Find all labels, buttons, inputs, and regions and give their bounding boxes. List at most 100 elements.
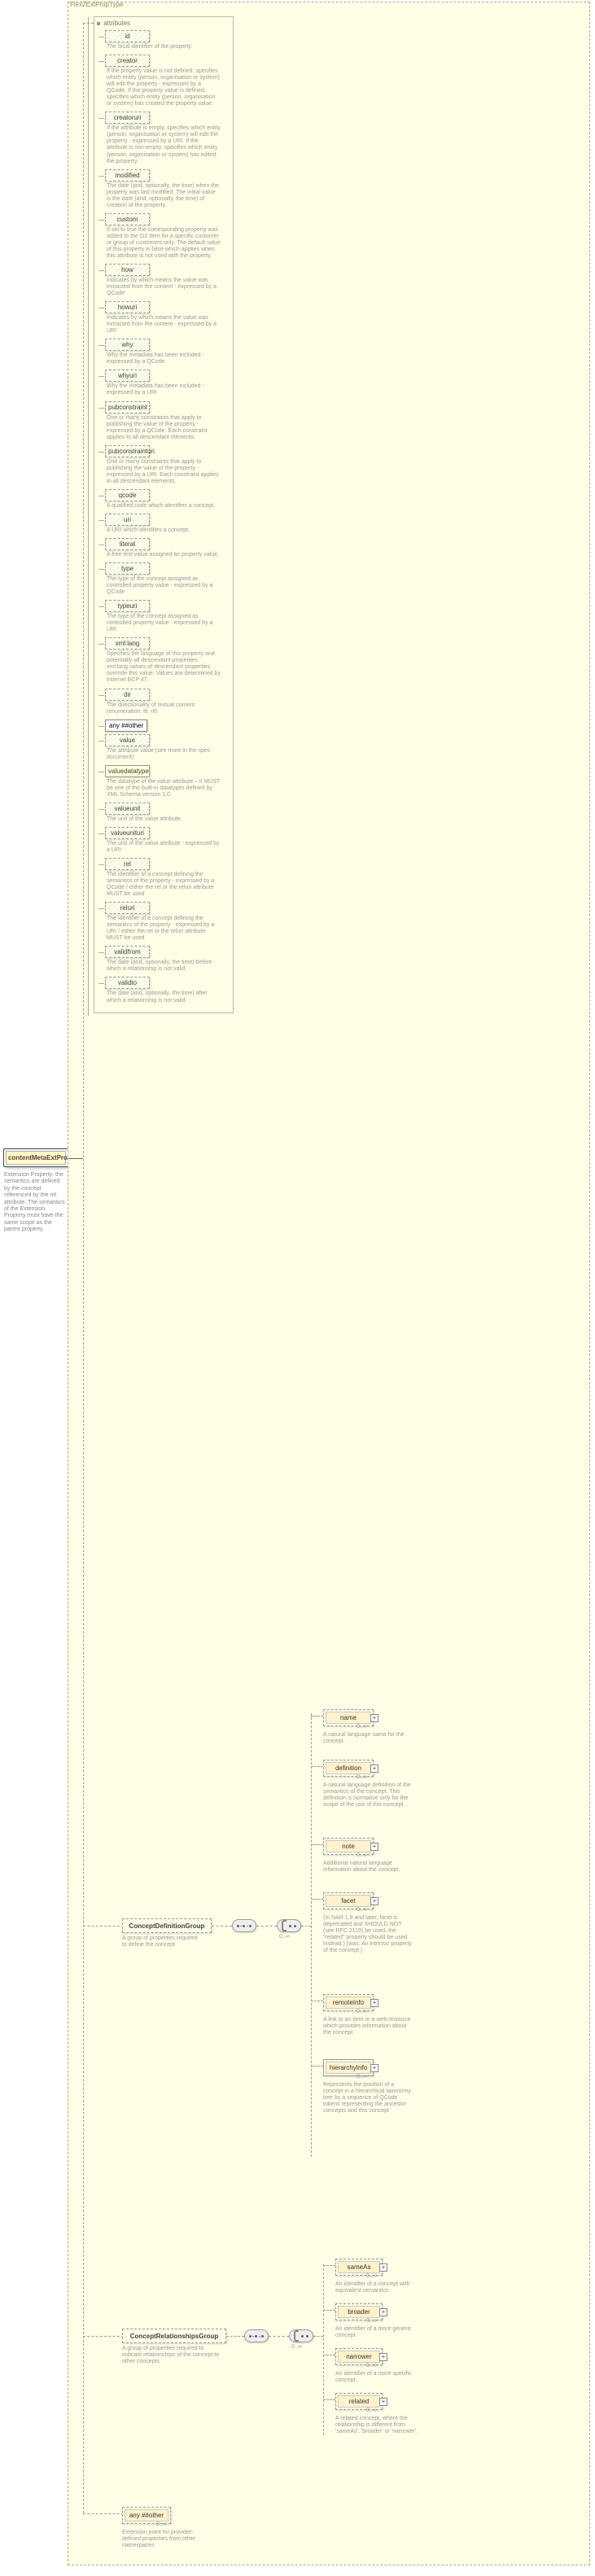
card: 0..∞ — [366, 2408, 377, 2413]
attr-creatoruri[interactable]: creatoruri — [105, 112, 150, 124]
conn — [323, 2310, 335, 2311]
attr-uri[interactable]: uri — [105, 514, 150, 526]
attr-item: typeuri The type of the concept assigned … — [105, 600, 230, 633]
expander-icon[interactable]: + — [379, 2263, 387, 2272]
conn — [311, 1899, 323, 1900]
attributes-group: attributes idThe local identifier of the… — [94, 16, 234, 1013]
attr-desc: Indicates by which means the value was e… — [107, 278, 221, 297]
attr-desc: If the attribute is empty, specifies whi… — [107, 125, 221, 164]
attr-id[interactable]: id — [105, 30, 150, 42]
attr-valueunituri[interactable]: valueunituri — [105, 827, 150, 839]
card: 0..∞ — [366, 2363, 377, 2368]
attr-item: valueunitThe unit of the value attribute… — [105, 803, 230, 823]
attr-how[interactable]: how — [105, 264, 150, 276]
attr-item: xml:langSpecifies the language of this p… — [105, 637, 230, 684]
concept-definition-group[interactable]: ConceptDefinitionGroup — [122, 1918, 212, 1933]
conn — [83, 2513, 124, 2514]
card: 0..∞ — [357, 2009, 367, 2014]
attr-item: modifiedThe date (and, optionally, the t… — [105, 169, 230, 209]
attr-pubconstrainturi[interactable]: pubconstrainturi — [105, 445, 150, 457]
expander-icon[interactable]: + — [379, 2308, 387, 2316]
expander-icon[interactable]: + — [379, 2353, 387, 2361]
sequence-compositor-1 — [232, 1919, 256, 1932]
attr-desc: The type of the concept assigned as cont… — [107, 614, 221, 633]
root-element[interactable]: contentMetaExtProperty — [3, 1148, 68, 1167]
conn — [269, 2336, 289, 2337]
attr-desc: The attribute value (see more in the spe… — [107, 748, 221, 761]
any-other-desc: Extension point for provider-defined pro… — [122, 2530, 203, 2549]
expander-icon[interactable]: + — [370, 2064, 378, 2072]
expander-icon[interactable]: + — [370, 1999, 378, 2007]
leaf-desc: A link to an item or a web resource whic… — [323, 2017, 413, 2036]
attr-valueunit[interactable]: valueunit — [105, 803, 150, 815]
leaf-label: note — [326, 1840, 371, 1852]
attr-tree-line — [88, 17, 89, 1016]
conn — [311, 1716, 323, 1717]
expander-icon[interactable]: + — [370, 1843, 378, 1851]
conn — [311, 1844, 323, 1845]
leaf-label: related — [338, 2395, 380, 2408]
card: 0..∞ — [366, 2318, 377, 2324]
attr-item: howuri Indicates by which means the value… — [105, 301, 230, 335]
attr-pubconstraint[interactable]: pubconstraint — [105, 401, 150, 413]
attr-item: pubconstraintOne or many constraints tha… — [105, 401, 230, 441]
attr-valuedatatype[interactable]: valuedatatype — [105, 765, 150, 777]
attr-item: dirThe directionality of textual content… — [105, 689, 230, 715]
leaf-desc: An identifier of a more specific concept… — [335, 2371, 429, 2384]
choice-compositor-2 — [289, 2329, 313, 2342]
conn — [311, 1766, 323, 1767]
expander-icon[interactable]: + — [379, 2398, 387, 2406]
attr-value[interactable]: value — [105, 734, 150, 746]
attr-xml-lang[interactable]: xml:lang — [105, 637, 150, 649]
attr-desc: The unit of the value attribute. — [107, 816, 221, 823]
attr-desc: Indicates by which means the value was e… — [107, 315, 221, 335]
conn — [83, 1926, 124, 1927]
attr-item: id The local identifier of the property. — [105, 30, 230, 50]
root-element-label: contentMetaExtProperty — [6, 1151, 66, 1165]
attr-howuri[interactable]: howuri — [105, 301, 150, 313]
attr-any[interactable]: any ##other — [105, 719, 147, 732]
leaf-desc: An identifier of a concept with equivale… — [335, 2281, 429, 2294]
attr-item: any ##other — [105, 719, 230, 732]
attr-type[interactable]: type — [105, 562, 150, 575]
attr-item: validtoThe date (and, optionally, the ti… — [105, 977, 230, 1004]
leaf-desc: A related concept, where the relationshi… — [335, 2416, 429, 2435]
attr-item: pubconstrainturiOne or many constraints … — [105, 445, 230, 485]
attr-desc: The identifier of a concept defining the… — [107, 916, 221, 942]
attr-rel[interactable]: rel — [105, 858, 150, 870]
attr-desc: The date (and, optionally, the time) bef… — [107, 960, 221, 973]
attr-item: creatorIf the property value is not defi… — [105, 55, 230, 107]
expander-icon[interactable]: + — [370, 1765, 378, 1773]
leaf-desc: A natural language definition of the sem… — [323, 1782, 413, 1808]
attr-desc: The local identifier of the property. — [107, 44, 221, 50]
any-other-label: any ##other — [125, 2509, 168, 2521]
attr-validfrom[interactable]: validfrom — [105, 946, 150, 958]
card-2: 0..∞ — [291, 2344, 302, 2350]
attr-typeuri[interactable]: typeuri — [105, 600, 150, 612]
attr-desc: A URI which identifies a concept. — [107, 527, 221, 534]
attr-qcode[interactable]: qcode — [105, 489, 150, 501]
attr-reluri[interactable]: reluri — [105, 902, 150, 914]
cdg-desc: A group of properties required to define… — [122, 1935, 203, 1948]
attr-desc: A qualified code which identifies a conc… — [107, 503, 221, 510]
attr-item: customIf set to true the corresponding p… — [105, 213, 230, 260]
attr-item: literalA free-text value assigned as pro… — [105, 538, 230, 558]
expander-icon[interactable]: + — [370, 1714, 378, 1722]
card: 0..∞ — [357, 1852, 367, 1858]
attr-literal[interactable]: literal — [105, 538, 150, 550]
attr-why[interactable]: why — [105, 339, 150, 351]
expander-icon[interactable]: + — [370, 1897, 378, 1905]
attr-dir[interactable]: dir — [105, 689, 150, 701]
conn — [323, 2265, 335, 2266]
attr-validto[interactable]: validto — [105, 977, 150, 989]
crg-label: ConceptRelationshipsGroup — [130, 2333, 218, 2340]
attr-creator[interactable]: creator — [105, 55, 150, 67]
card: 0..∞ — [357, 1907, 367, 1913]
leaf-desc: A natural language name for the concept. — [323, 1732, 413, 1745]
concept-relationships-group[interactable]: ConceptRelationshipsGroup — [122, 2329, 226, 2343]
attr-custom[interactable]: custom — [105, 213, 150, 225]
attr-modified[interactable]: modified — [105, 169, 150, 182]
attr-whyuri[interactable]: whyuri — [105, 370, 150, 382]
attr-desc: Why the metadata has been included - exp… — [107, 352, 221, 365]
leaf-label: narrower — [338, 2351, 380, 2363]
